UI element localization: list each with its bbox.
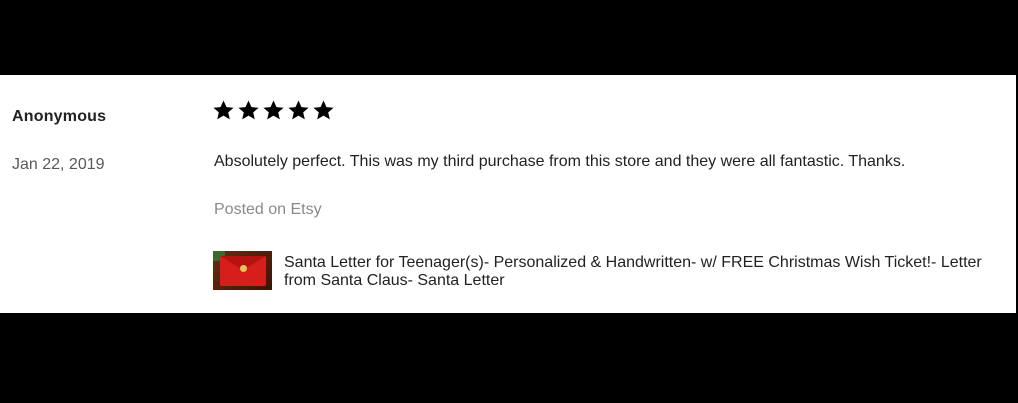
reviewer-name: Anonymous [12, 108, 107, 125]
star-icon [263, 100, 284, 120]
star-icon [313, 100, 334, 120]
review-text: Absolutely perfect. This was my third pu… [214, 153, 906, 170]
review-card: Anonymous Jan 22, 2019 Absolutely perfec… [0, 75, 1016, 313]
star-icon [238, 100, 259, 120]
review-source: Posted on Etsy [214, 201, 322, 218]
star-icon [288, 100, 309, 120]
review-date: Jan 22, 2019 [12, 156, 105, 173]
listing-thumbnail[interactable] [213, 251, 272, 290]
listing-title[interactable]: Santa Letter for Teenager(s)- Personaliz… [284, 254, 984, 290]
listing-link[interactable]: Santa Letter for Teenager(s)- Personaliz… [213, 251, 984, 290]
star-rating [212, 99, 335, 122]
star-icon [213, 100, 234, 120]
wax-seal [240, 265, 247, 272]
